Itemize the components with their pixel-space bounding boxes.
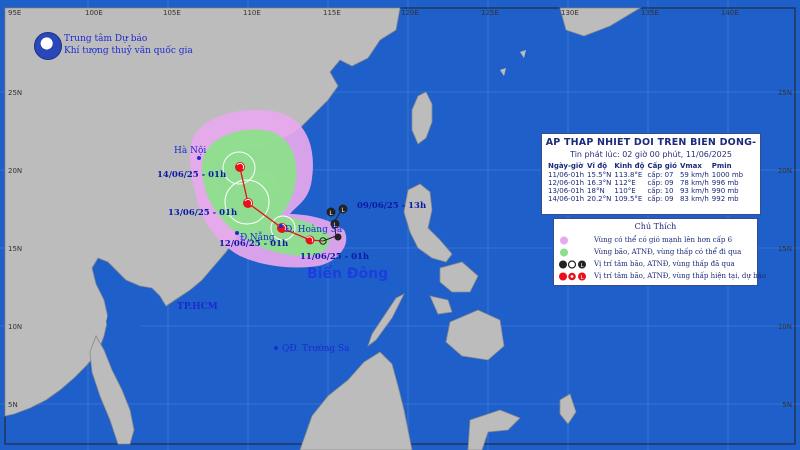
legend-item-current-positions: L Vị trí tâm bão, ATNĐ, vùng thấp hiện t… bbox=[558, 271, 766, 282]
agency-logo bbox=[34, 32, 62, 60]
lon-tick: 95E bbox=[8, 9, 21, 17]
lat-tick: 15N bbox=[778, 245, 792, 253]
legend-text: Vị trí tâm bão, ATNĐ, vùng thấp đã qua bbox=[594, 260, 735, 268]
forecast-map-stage: L L L 95E 100E 105E 110E 115E 120E 125E … bbox=[0, 0, 800, 450]
lon-tick: 120E bbox=[401, 9, 419, 17]
table-row: 13/06-01h 18°N 110°E cấp: 10 93 km/h 990… bbox=[548, 187, 746, 195]
table-row: 11/06-01h 15.5°N 113.8°E cấp: 07 59 km/h… bbox=[548, 171, 746, 179]
past-position-icons: L bbox=[559, 260, 586, 269]
hanoi-marker bbox=[197, 156, 201, 160]
danang-marker bbox=[235, 231, 239, 235]
legend-panel: Chú Thích Vùng có thể có gió mạnh lên hơ… bbox=[553, 218, 766, 286]
table-cell: 59 km/h bbox=[679, 171, 709, 179]
table-cell: cấp: 10 bbox=[647, 187, 674, 195]
col-header: Ngày-giờ bbox=[548, 162, 584, 170]
table-cell: 110°E bbox=[614, 187, 636, 195]
table-cell: 112°E bbox=[614, 179, 636, 187]
place-hoangsa: Đ. Hoàng Sa bbox=[285, 224, 343, 235]
table-cell: 109.5°E bbox=[614, 195, 643, 203]
agency-name-line1: Trung tâm Dự báo bbox=[64, 34, 148, 44]
table-cell: cấp: 09 bbox=[647, 179, 674, 187]
col-header: Kinh độ bbox=[614, 162, 645, 170]
place-truongsa: QĐ. Trường Sa bbox=[282, 343, 350, 354]
col-header: Vĩ độ bbox=[587, 162, 608, 170]
table-cell: 13/06-01h bbox=[548, 187, 585, 195]
place-hcm: TP.HCM bbox=[177, 302, 218, 312]
legend-item-danger-zone: Vùng bão, ATNĐ, vùng thấp có thể đi qua bbox=[558, 247, 754, 258]
table-cell: 11/06-01h bbox=[548, 171, 585, 179]
lon-tick: 105E bbox=[163, 9, 181, 17]
truongsa-marker bbox=[274, 346, 278, 350]
lon-tick: 115E bbox=[323, 9, 341, 17]
agency-header: Trung tâm Dự báo Khí tượng thuỷ văn quốc… bbox=[34, 32, 234, 62]
col-header: Cấp gió bbox=[647, 162, 677, 170]
place-hanoi: Hà Nội bbox=[174, 145, 206, 156]
table-cell: 93 km/h bbox=[679, 187, 709, 195]
table-cell: 83 km/h bbox=[679, 195, 709, 203]
table-cell: 990 mb bbox=[711, 187, 739, 195]
track-label-past: 09/06/25 - 13h bbox=[357, 201, 426, 211]
table-cell: cấp: 09 bbox=[647, 195, 674, 203]
table-cell: 20.2°N bbox=[587, 195, 612, 203]
track-label-forecast-72h: 14/06/25 - 01h bbox=[157, 170, 226, 180]
table-cell: cấp: 07 bbox=[647, 171, 674, 179]
forecast-table: Ngày-giờ Vĩ độ Kinh độ Cấp gió Vmax Pmin… bbox=[548, 162, 746, 203]
legend-text: Vùng có thể có gió mạnh lên hơn cấp 6 bbox=[594, 236, 733, 244]
legend-text: Vùng bão, ATNĐ, vùng thấp có thể đi qua bbox=[594, 248, 742, 256]
lon-tick: 110E bbox=[243, 9, 261, 17]
lat-tick: 10N bbox=[778, 323, 792, 331]
bulletin-title: AP THAP NHIET DOI TREN BIEN DONG- bbox=[545, 137, 757, 148]
hoangsa-marker bbox=[279, 224, 283, 228]
table-cell: 992 mb bbox=[711, 195, 739, 203]
legend-text: Vị trí tâm bão, ATNĐ, vùng thấp hiện tại… bbox=[594, 272, 767, 280]
table-cell: 113.8°E bbox=[614, 171, 643, 179]
legend-title: Chú Thích bbox=[634, 222, 677, 231]
current-position-icons: L bbox=[559, 272, 586, 281]
bulletin-panel: AP THAP NHIET DOI TREN BIEN DONG- Tin ph… bbox=[541, 133, 761, 215]
bulletin-issued-time: Tin phát lúc: 02 giờ 00 phút, 11/06/2025 bbox=[570, 150, 732, 159]
lat-tick: 20N bbox=[8, 167, 22, 175]
table-cell: 1000 mb bbox=[711, 171, 744, 179]
lat-tick: 5N bbox=[782, 401, 792, 409]
table-cell: 14/06-01h bbox=[548, 195, 585, 203]
lon-tick: 125E bbox=[481, 9, 499, 17]
lat-tick: 25N bbox=[778, 89, 792, 97]
table-row: 14/06-01h 20.2°N 109.5°E cấp: 09 83 km/h… bbox=[548, 195, 746, 203]
lat-tick: 25N bbox=[8, 89, 22, 97]
col-header: Pmin bbox=[711, 162, 732, 170]
table-row: 12/06-01h 16.3°N 112°E cấp: 09 78 km/h 9… bbox=[548, 179, 746, 187]
purple-dot-icon bbox=[560, 236, 568, 245]
lat-tick: 10N bbox=[8, 323, 22, 331]
lat-tick: 15N bbox=[8, 245, 22, 253]
lon-tick: 100E bbox=[85, 9, 103, 17]
lon-tick: 130E bbox=[561, 9, 579, 17]
lat-tick: 5N bbox=[8, 401, 18, 409]
track-label-forecast-48h: 13/06/25 - 01h bbox=[168, 208, 237, 218]
table-cell: 996 mb bbox=[711, 179, 739, 187]
track-label-forecast-24h: 12/06/25 - 01h bbox=[219, 239, 288, 249]
table-cell: 15.5°N bbox=[587, 171, 612, 179]
track-label-current: 11/06/25 - 01h bbox=[300, 252, 369, 262]
legend-item-strong-wind-zone: Vùng có thể có gió mạnh lên hơn cấp 6 bbox=[558, 235, 754, 246]
agency-name-line2: Khí tượng thuỷ văn quốc gia bbox=[64, 46, 193, 56]
table-cell: 12/06-01h bbox=[548, 179, 585, 187]
legend-item-past-positions: L Vị trí tâm bão, ATNĐ, vùng thấp đã qua bbox=[558, 259, 754, 270]
col-header: Vmax bbox=[679, 162, 702, 170]
sea-label-bien-dong: Biển Đông bbox=[307, 265, 388, 282]
green-dot-icon bbox=[560, 248, 568, 257]
table-cell: 78 km/h bbox=[679, 179, 709, 187]
table-cell: 16.3°N bbox=[587, 179, 612, 187]
lon-tick: 140E bbox=[721, 9, 739, 17]
table-header-row: Ngày-giờ Vĩ độ Kinh độ Cấp gió Vmax Pmin bbox=[548, 162, 746, 171]
lon-tick: 135E bbox=[641, 9, 659, 17]
table-cell: 18°N bbox=[587, 187, 605, 195]
lat-tick: 20N bbox=[778, 167, 792, 175]
